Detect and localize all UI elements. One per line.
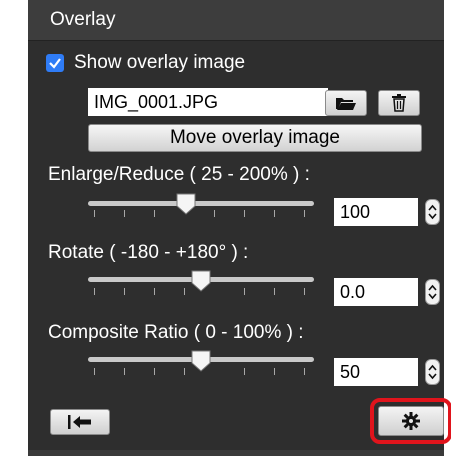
slider-tick	[124, 288, 125, 295]
slider-tick	[304, 368, 305, 375]
slider-tick	[244, 368, 245, 375]
panel-title: Overlay	[50, 9, 116, 30]
stepper-arrows-icon	[428, 284, 437, 300]
panel-header: Overlay	[28, 0, 444, 41]
slider-tick	[304, 288, 305, 295]
slider-tick	[304, 210, 305, 217]
enlarge-value-input[interactable]: 100	[334, 198, 418, 226]
rotate-label: Rotate ( -180 - +180° ) :	[48, 242, 249, 263]
stepper-arrows-icon	[428, 364, 437, 380]
outer-background-left	[0, 0, 28, 456]
settings-highlight-outline	[370, 398, 451, 444]
composite-stepper[interactable]	[425, 359, 440, 385]
slider-tick	[274, 368, 275, 375]
slider-tick	[124, 210, 125, 217]
slider-tick	[244, 288, 245, 295]
enlarge-slider-thumb[interactable]	[176, 193, 196, 215]
composite-slider-thumb[interactable]	[191, 350, 211, 372]
overlay-filename-field[interactable]: IMG_0001.JPG	[88, 88, 328, 116]
enlarge-reduce-label: Enlarge/Reduce ( 25 - 200% ) :	[48, 164, 310, 185]
folder-open-icon	[336, 98, 356, 110]
rotate-value-input[interactable]: 0.0	[334, 278, 418, 306]
outer-background-right	[444, 0, 451, 456]
check-icon	[49, 58, 61, 69]
stepper-arrows-icon	[428, 204, 437, 220]
slider-tick	[244, 210, 245, 217]
slider-tick	[94, 210, 95, 217]
show-overlay-checkbox[interactable]	[46, 54, 64, 72]
slider-tick	[94, 368, 95, 375]
composite-ratio-label: Composite Ratio ( 0 - 100% ) :	[48, 322, 304, 343]
slider-tick	[184, 288, 185, 295]
open-file-button[interactable]	[325, 90, 367, 116]
slider-tick	[184, 368, 185, 375]
slider-tick	[94, 288, 95, 295]
slider-tick	[124, 368, 125, 375]
slider-tick	[154, 368, 155, 375]
slider-tick	[154, 288, 155, 295]
enlarge-slider-track	[88, 201, 314, 206]
reset-button[interactable]	[50, 409, 110, 435]
slider-tick	[154, 210, 155, 217]
slider-tick	[214, 210, 215, 217]
panel-bottom-edge	[28, 450, 444, 456]
delete-file-button[interactable]	[378, 90, 420, 116]
move-overlay-button[interactable]: Move overlay image	[88, 124, 422, 152]
rotate-stepper[interactable]	[425, 279, 440, 305]
slider-tick	[274, 210, 275, 217]
enlarge-stepper[interactable]	[425, 199, 440, 225]
trash-icon	[392, 94, 406, 112]
slider-tick	[274, 288, 275, 295]
reset-arrow-icon	[68, 415, 91, 429]
rotate-slider-thumb[interactable]	[191, 270, 211, 292]
overlay-panel: Overlay Show overlay image IMG_0001.JPG …	[28, 0, 451, 456]
composite-value-input[interactable]: 50	[334, 358, 418, 386]
show-overlay-label: Show overlay image	[74, 52, 246, 73]
